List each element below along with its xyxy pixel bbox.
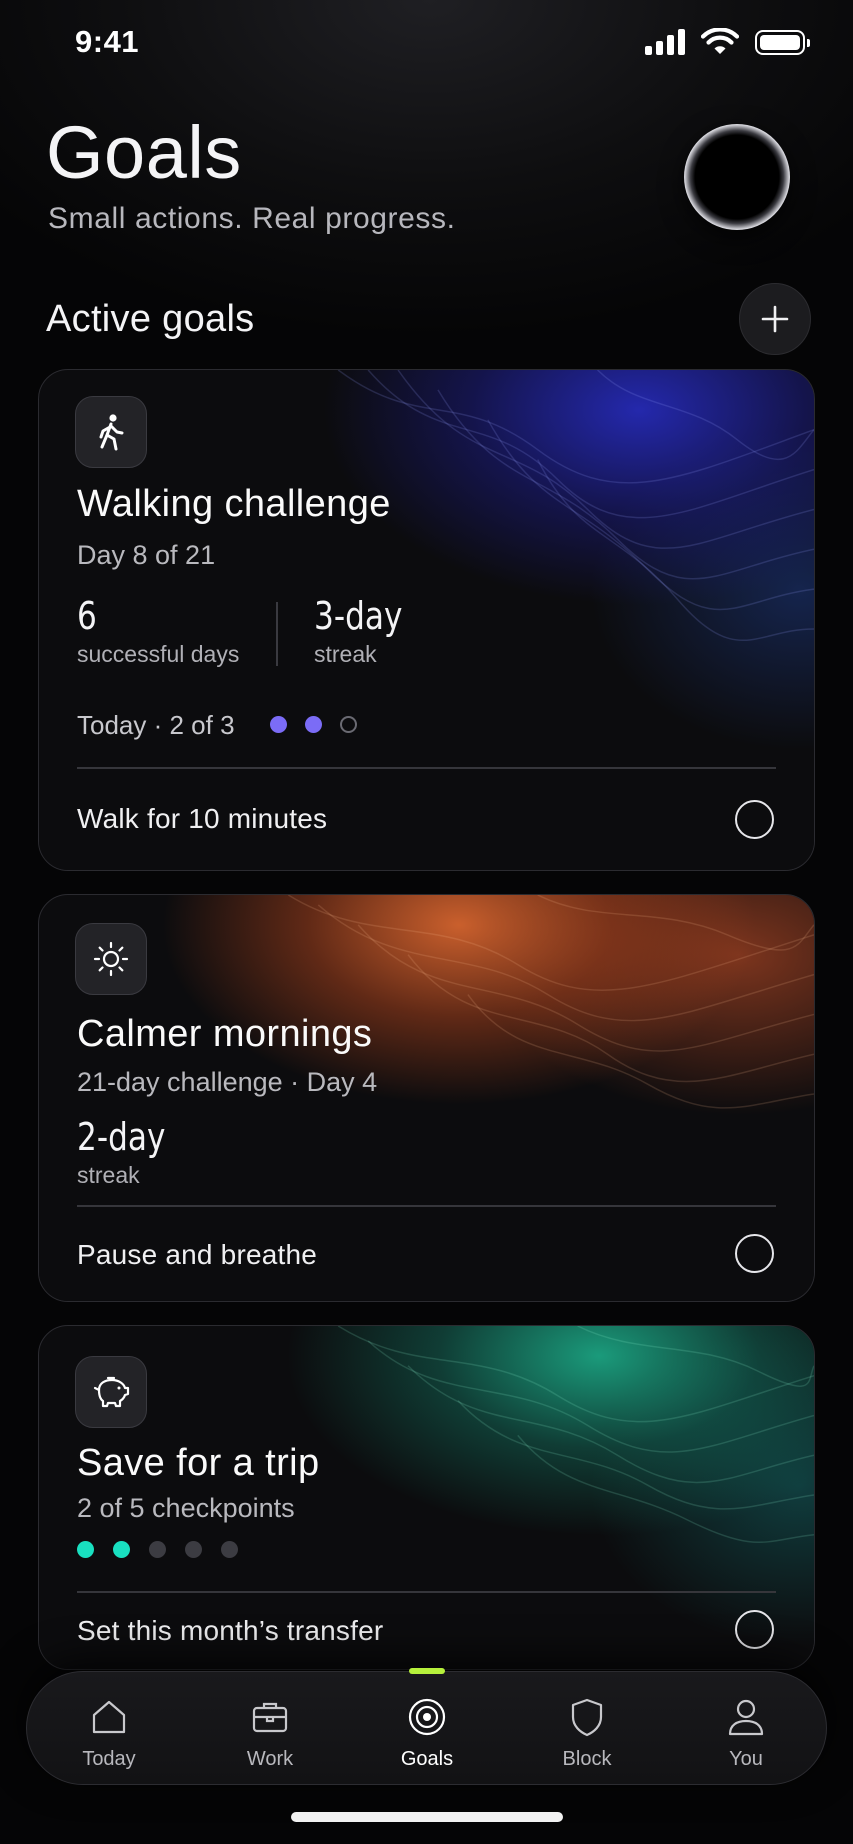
home-icon <box>92 1700 126 1734</box>
goal-card-walking[interactable]: Walking challenge Day 8 of 21 6 successf… <box>38 369 815 871</box>
goal-icon-tile <box>75 1356 147 1428</box>
goal-title: Calmer mornings <box>77 1013 373 1055</box>
task-label: Walk for 10 minutes <box>77 803 328 834</box>
page-subtitle: Small actions. Real progress. <box>48 202 456 235</box>
goal-icon-tile <box>75 396 147 468</box>
goal-subtitle: 21-day challenge · Day 4 <box>77 1067 378 1097</box>
stat-divider <box>276 602 278 666</box>
today-progress-text: Today · 2 of 3 <box>77 710 235 740</box>
task-label: Set this month’s transfer <box>77 1615 384 1646</box>
checkpoint-dot-pending <box>221 1541 238 1558</box>
goal-title: Walking challenge <box>77 483 391 525</box>
tab-label: Block <box>562 1748 612 1770</box>
stat-value-streak: 2-day <box>77 1115 166 1159</box>
shield-icon <box>571 1698 603 1737</box>
cellular-signal-icon <box>645 29 685 55</box>
today-progress-dot-done <box>270 716 287 733</box>
briefcase-icon <box>252 1702 288 1733</box>
checkpoint-dot-pending <box>185 1541 202 1558</box>
plus-icon <box>761 305 789 333</box>
checkpoint-dot-done <box>77 1541 94 1558</box>
goal-title: Save for a trip <box>77 1442 320 1484</box>
checkpoint-dot-pending <box>149 1541 166 1558</box>
goal-subtitle: 2 of 5 checkpoints <box>77 1493 295 1523</box>
stat-label-streak: streak <box>77 1162 140 1188</box>
status-icons <box>645 28 810 56</box>
wifi-icon <box>701 28 739 54</box>
tab-today[interactable]: Today <box>49 1672 169 1786</box>
tab-you[interactable]: You <box>686 1672 806 1786</box>
today-progress-dot-done <box>305 716 322 733</box>
goal-icon-tile <box>75 923 147 995</box>
tab-goals[interactable]: Goals <box>367 1668 487 1786</box>
card-divider <box>77 1591 776 1593</box>
task-checkbox[interactable] <box>735 1610 774 1649</box>
tab-bar: Today Work Goals Block You <box>26 1668 827 1786</box>
card-divider <box>77 1205 776 1207</box>
battery-icon <box>755 29 810 55</box>
piggy-bank-icon <box>93 1376 130 1408</box>
tab-label: Goals <box>400 1748 454 1770</box>
task-checkbox[interactable] <box>735 800 774 839</box>
goal-card-savings[interactable]: Save for a trip 2 of 5 checkpoints Set t… <box>38 1325 815 1670</box>
stat-label-successful-days: successful days <box>77 641 240 667</box>
goals-screen: 9:41 Goals Small actions. Real progress.… <box>0 0 853 1844</box>
person-icon <box>728 1699 764 1736</box>
profile-orb-button[interactable] <box>684 124 790 230</box>
sun-icon <box>93 941 129 977</box>
add-goal-button[interactable] <box>739 283 811 355</box>
tab-label: You <box>729 1748 763 1770</box>
goal-card-mornings[interactable]: Calmer mornings 21-day challenge · Day 4… <box>38 894 815 1302</box>
task-checkbox[interactable] <box>735 1234 774 1273</box>
tab-label: Work <box>246 1748 294 1770</box>
page-title: Goals <box>46 111 242 194</box>
stat-value-successful-days: 6 <box>77 594 97 638</box>
goal-subtitle: Day 8 of 21 <box>77 540 216 570</box>
card-artwork <box>39 370 814 870</box>
tab-block[interactable]: Block <box>527 1672 647 1786</box>
active-tab-indicator <box>409 1668 445 1674</box>
tab-label: Today <box>82 1748 136 1770</box>
home-indicator[interactable] <box>291 1812 563 1822</box>
today-progress-dot-pending <box>340 716 357 733</box>
tab-work[interactable]: Work <box>210 1672 330 1786</box>
walking-person-icon <box>99 414 124 451</box>
section-title: Active goals <box>46 298 255 340</box>
stat-label-streak: streak <box>314 641 377 667</box>
status-time: 9:41 <box>75 24 140 59</box>
task-label: Pause and breathe <box>77 1239 318 1270</box>
checkpoint-dot-done <box>113 1541 130 1558</box>
target-icon <box>408 1698 446 1736</box>
stat-value-streak: 3-day <box>314 594 403 638</box>
card-divider <box>77 767 776 769</box>
